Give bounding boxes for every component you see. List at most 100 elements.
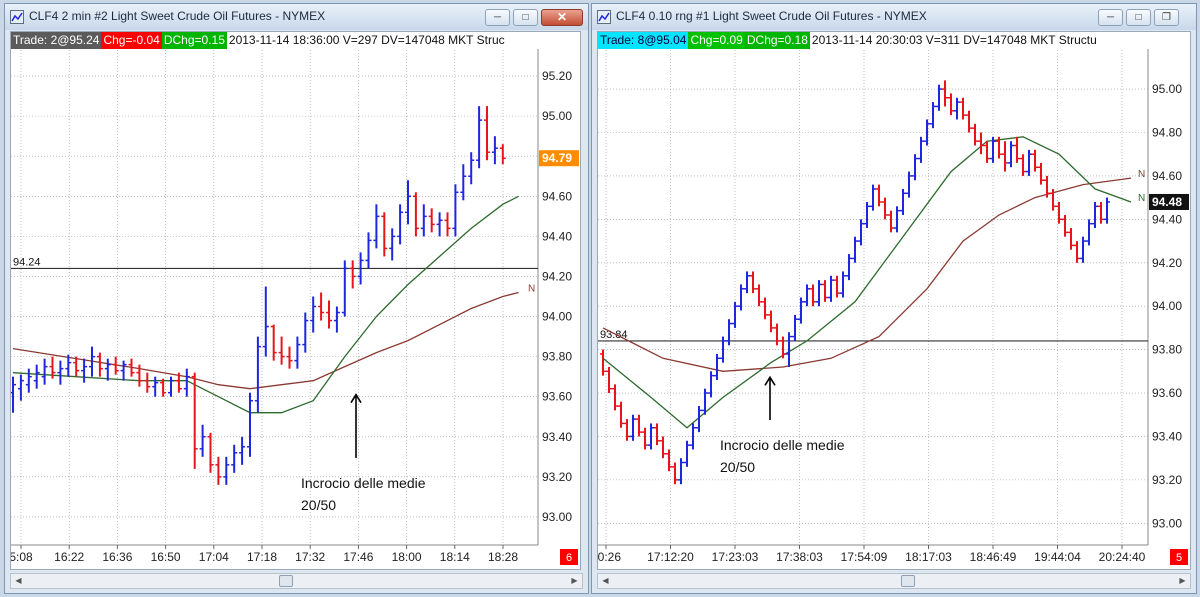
ohlc-bar <box>168 376 174 397</box>
ohlc-bar <box>420 204 427 237</box>
y-tick-label: 93.00 <box>542 510 572 524</box>
ohlc-bar <box>780 336 786 359</box>
ohlc-bar <box>792 314 798 341</box>
x-tick-label: 17:38:03 <box>776 550 823 564</box>
ohlc-bar <box>239 436 246 465</box>
x-tick-label: 17:46 <box>343 550 373 564</box>
x-tick-label: 16:22 <box>54 550 84 564</box>
ohlc-bar <box>654 423 660 446</box>
ohlc-bar <box>858 219 864 246</box>
trade-field: Trade: 2@95.24 <box>11 32 102 49</box>
ohlc-bar <box>684 440 690 467</box>
ohlc-bar <box>1068 228 1074 250</box>
minimize-button[interactable]: ─ <box>485 9 510 26</box>
quote-bar: Trade: 2@95.24 Chg=-0.04 DChg=0.15 2013-11-… <box>11 32 580 49</box>
ohlc-bar <box>1038 162 1044 185</box>
window-title: CLF4 0.10 rng #1 Light Sweet Crude Oil F… <box>616 9 927 23</box>
ohlc-bar <box>1026 149 1032 176</box>
scroll-right-arrow-icon[interactable]: ▶ <box>567 574 582 588</box>
chart-app-icon <box>597 10 611 24</box>
maximize-button[interactable]: □ <box>1126 9 1151 26</box>
ohlc-bar <box>876 184 882 207</box>
ohlc-bar <box>630 414 636 441</box>
ohlc-bar <box>223 456 230 485</box>
horizontal-scrollbar[interactable]: ◀ ▶ <box>597 573 1191 589</box>
ohlc-bar <box>618 401 624 428</box>
x-tick-label: 17:04 <box>199 550 229 564</box>
ohlc-bar <box>1080 236 1086 263</box>
quote-details: 2013-11-14 18:36:00 V=297 DV=147048 MKT … <box>228 33 505 47</box>
ohlc-bar <box>774 323 780 346</box>
ohlc-bar <box>882 197 888 220</box>
y-tick-label: 94.00 <box>542 310 572 324</box>
ohlc-bar <box>468 152 475 185</box>
x-tick-label: 17:32 <box>295 550 325 564</box>
ohlc-bar <box>104 358 111 381</box>
price-chart[interactable]: 93.00 93.20 93.40 93.60 93.80 94.00 94.20 94.40… <box>598 32 1190 569</box>
ohlc-bar <box>389 228 396 261</box>
x-tick-label: 18:46:49 <box>970 550 1017 564</box>
chart-window-right[interactable]: CLF4 0.10 rng #1 Light Sweet Crude Oil F… <box>591 3 1197 594</box>
ohlc-bar <box>690 423 696 450</box>
price-chart[interactable]: 93.00 93.20 93.40 93.60 93.80 94.00 94.20 94.40… <box>11 32 580 569</box>
ohlc-bar <box>1062 215 1068 237</box>
ohlc-bar <box>786 332 792 367</box>
ohlc-bar <box>231 444 238 473</box>
ohlc-bar <box>1002 141 1008 172</box>
ohlc-bar <box>828 275 834 302</box>
ohlc-bar <box>864 201 870 229</box>
y-tick-label: 94.60 <box>1152 169 1182 183</box>
scrollbar-thumb[interactable] <box>901 575 915 587</box>
x-tick-label: 16:50 <box>151 550 181 564</box>
ohlc-bar <box>499 144 506 165</box>
x-tick-label: 19:44:04 <box>1034 550 1081 564</box>
y-tick-label: 93.60 <box>542 390 572 404</box>
ma-end-label: N <box>1138 193 1145 204</box>
annotation-text-line1: Incrocio delle medie <box>301 475 426 491</box>
ohlc-bar <box>984 141 990 163</box>
y-tick-label: 94.00 <box>1152 299 1182 313</box>
x-tick-label: 16:36 <box>102 550 132 564</box>
maximize-button[interactable]: □ <box>513 9 538 26</box>
ohlc-bar <box>888 210 894 233</box>
scrollbar-thumb[interactable] <box>279 575 293 587</box>
chart-panel[interactable]: 93.00 93.20 93.40 93.60 93.80 94.00 94.20 94.40… <box>10 31 581 570</box>
ohlc-bar <box>1086 219 1092 246</box>
horizontal-scrollbar[interactable]: ◀ ▶ <box>10 573 583 589</box>
ohlc-bar <box>349 260 356 289</box>
scroll-left-arrow-icon[interactable]: ◀ <box>11 574 26 588</box>
ohlc-bar <box>326 300 332 329</box>
window-title-bar[interactable]: CLF4 0.10 rng #1 Light Sweet Crude Oil F… <box>592 4 1196 30</box>
restore-button[interactable]: ❐ <box>1154 9 1179 26</box>
ohlc-bar <box>11 376 16 413</box>
window-title-bar[interactable]: CLF4 2 min #2 Light Sweet Crude Oil Futu… <box>5 4 588 30</box>
close-button[interactable]: ✕ <box>541 9 583 26</box>
ohlc-bar <box>436 212 443 237</box>
ma-end-label: N <box>1138 169 1145 180</box>
ohlc-bar <box>756 284 762 307</box>
ohlc-bar <box>822 280 828 302</box>
ohlc-bar <box>310 296 317 333</box>
ohlc-bar <box>120 360 127 381</box>
quote-bar: Trade: 8@95.04 Chg=0.09 DChg=0.18 2013-11-1… <box>598 32 1190 49</box>
scroll-right-arrow-icon[interactable]: ▶ <box>1175 574 1190 588</box>
y-tick-label: 94.60 <box>542 189 572 203</box>
chart-panel[interactable]: 93.00 93.20 93.40 93.60 93.80 94.00 94.20 94.40… <box>597 31 1191 570</box>
ohlc-bar <box>1032 149 1038 172</box>
ohlc-bar <box>954 97 960 120</box>
ohlc-bar <box>294 336 301 369</box>
change-field: Chg=-0.04 <box>101 32 162 49</box>
chart-window-left[interactable]: CLF4 2 min #2 Light Sweet Crude Oil Futu… <box>4 3 589 594</box>
ohlc-bar <box>636 414 642 437</box>
scroll-left-arrow-icon[interactable]: ◀ <box>598 574 613 588</box>
ohlc-bar <box>960 97 966 120</box>
minimize-button[interactable]: ─ <box>1098 9 1123 26</box>
ohlc-bar <box>1074 241 1080 263</box>
chart-app-icon <box>10 10 24 24</box>
ohlc-bar <box>25 368 32 393</box>
ohlc-bar <box>73 356 80 377</box>
last-price-label: 94.48 <box>1152 195 1182 209</box>
ohlc-bar <box>215 456 222 485</box>
y-tick-label: 93.80 <box>1152 343 1182 357</box>
ohlc-bar <box>1014 136 1020 163</box>
